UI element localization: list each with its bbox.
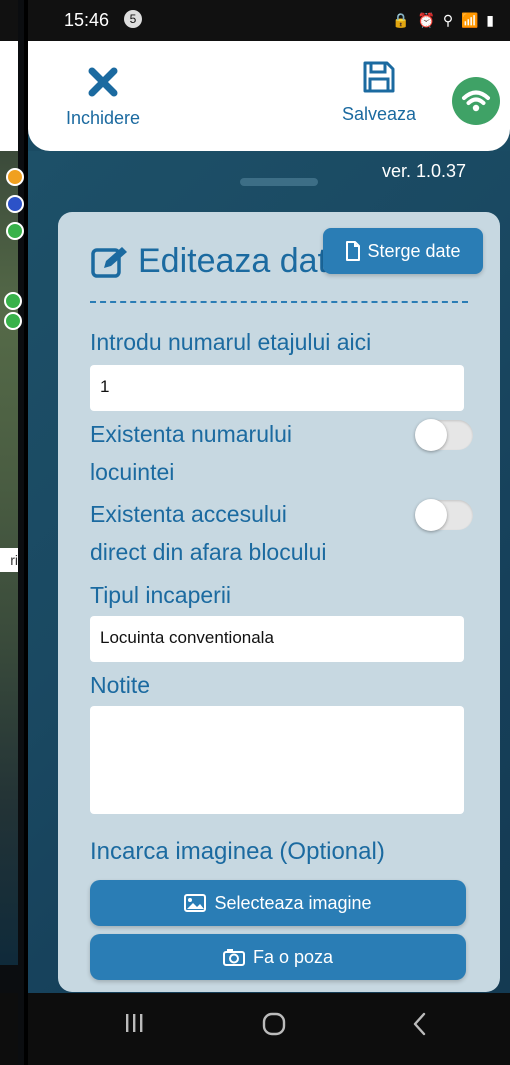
recent-apps-icon[interactable] [122, 1011, 146, 1035]
room-type-value: Locuinta conventionala [100, 628, 274, 647]
edit-form-card: Editeaza date Sterge date Introdu numaru… [58, 212, 500, 992]
map-marker[interactable] [4, 312, 22, 330]
house-number-toggle[interactable] [415, 419, 473, 451]
bottom-sheet-panel: ver. 1.0.37 Editeaza date Sterge date In… [28, 151, 510, 993]
connection-status-button[interactable] [452, 77, 500, 125]
strip-toolbar-area [0, 41, 18, 151]
notes-label: Notite [90, 672, 151, 698]
toggle-knob [415, 499, 447, 531]
status-bar: 15:46 5 🔒 ⏰ ⚲ 📶 ▮ [28, 0, 510, 41]
drag-handle[interactable] [240, 178, 318, 186]
toggle-knob [415, 419, 447, 451]
form-title-text: Editeaza date [138, 242, 346, 280]
top-toolbar: Inchidere Salveaza [28, 41, 510, 151]
floor-input[interactable]: 1 [90, 365, 464, 411]
clear-data-label: Sterge date [367, 240, 461, 261]
notification-count-badge: 5 [124, 10, 142, 28]
clear-data-button[interactable]: Sterge date [323, 228, 483, 274]
select-image-button[interactable]: Selecteaza imagine [90, 880, 466, 926]
house-number-label-line-2: locuintei [90, 459, 175, 485]
phone-screen: 15:46 5 🔒 ⏰ ⚲ 📶 ▮ Inchidere Salveaza ver… [28, 0, 510, 1065]
version-label: ver. 1.0.37 [381, 161, 466, 181]
close-icon [88, 67, 118, 97]
file-icon [346, 241, 361, 261]
floor-label: Introdu numarul etajului aici [90, 329, 372, 355]
select-image-label: Selecteaza imagine [214, 892, 372, 913]
status-icons: 🔒 ⏰ ⚲ 📶 ▮ [392, 12, 496, 28]
floppy-disk-icon [363, 61, 395, 93]
map-marker[interactable] [4, 292, 22, 310]
form-title: Editeaza date [90, 242, 346, 281]
adjacent-screen-strip: ri [0, 0, 24, 1065]
notes-textarea[interactable] [90, 706, 464, 814]
direct-access-label-line-2: direct din afara blocului [90, 539, 327, 565]
take-photo-label: Fa o poza [252, 946, 334, 967]
map-label: ri [0, 548, 18, 572]
room-type-label: Tipul incaperii [90, 582, 232, 608]
save-button-label: Salveaza [341, 104, 417, 124]
house-number-label-line-1: Existenta numarului [90, 421, 292, 447]
home-icon[interactable] [260, 1011, 288, 1037]
upload-label: Incarca imaginea (Optional) [90, 838, 385, 865]
title-divider [90, 301, 468, 303]
floor-input-value: 1 [100, 377, 110, 396]
direct-access-label-line-1: Existenta accesului [90, 501, 287, 527]
close-button[interactable]: Inchidere [58, 65, 148, 129]
direct-access-toggle[interactable] [415, 499, 473, 531]
back-icon[interactable] [410, 1011, 430, 1037]
room-type-select[interactable]: Locuinta conventionala [90, 616, 464, 662]
take-photo-button[interactable]: Fa o poza [90, 934, 466, 980]
strip-nav-area [0, 993, 18, 1065]
strip-status-area [0, 0, 18, 41]
wifi-icon [462, 90, 490, 112]
map-marker[interactable] [6, 195, 24, 213]
camera-icon [222, 949, 245, 966]
save-button[interactable]: Salveaza [334, 59, 424, 125]
image-icon [184, 894, 207, 912]
status-time: 15:46 [64, 10, 110, 30]
map-marker[interactable] [6, 222, 24, 240]
edit-icon [91, 246, 127, 278]
system-navigation-bar [28, 993, 510, 1065]
map-marker[interactable] [6, 168, 24, 186]
close-button-label: Inchidere [65, 108, 141, 128]
